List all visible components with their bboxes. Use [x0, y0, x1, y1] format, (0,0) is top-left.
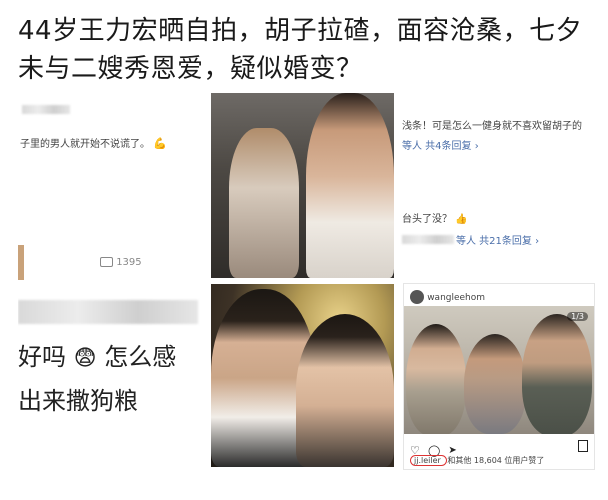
- scared-emoji: 😨: [73, 346, 97, 371]
- comment-card-left-bottom: 好吗 😨 怎么感 出来撒狗粮: [18, 295, 203, 470]
- likes-user[interactable]: jj.leiler: [414, 456, 441, 465]
- person-middle: [464, 334, 526, 434]
- likes-user-highlight: jj.leiler: [410, 455, 448, 466]
- blurred-header: [18, 300, 198, 324]
- image-fragment: [18, 245, 24, 280]
- likes-text: 和其他 18,604 位用户赞了: [447, 456, 545, 465]
- insta-photo: 1/3: [404, 306, 594, 434]
- comment-line: 浅条！可是怎么一健身就不喜欢留胡子的: [402, 121, 582, 132]
- comment-line-1a: 好吗: [18, 343, 66, 371]
- person-left: [406, 324, 466, 434]
- comment-card-left-top: 子里的男人就开始不说谎了。 💪 1395: [18, 95, 203, 280]
- headline: 44岁王力宏晒自拍，胡子拉碴，面容沧桑，七夕未与二嫂秀恩爱，疑似婚变？: [18, 16, 583, 84]
- comment-line-1b: 怎么感: [104, 343, 177, 371]
- reply-link-2[interactable]: 等人 共21条回复: [456, 236, 532, 247]
- instagram-post: wangleehom 1/3 ♡ ◯ ➤ jj.leiler 和其他 18,60…: [403, 283, 595, 470]
- bookmark-icon[interactable]: [578, 440, 588, 452]
- reply-link-1[interactable]: 等人 共4条回复: [402, 141, 472, 152]
- chevron-right-icon: ›: [535, 236, 540, 247]
- blurred-username: [22, 105, 70, 114]
- comment-card-right-top: 浅条！可是怎么一健身就不喜欢留胡子的 等人 共4条回复 › 台头了没？ 👍 等人…: [398, 95, 598, 255]
- mirror-figure: [229, 128, 299, 278]
- avatar-icon[interactable]: [410, 290, 424, 304]
- selfie-figure: [306, 93, 394, 278]
- comment-text: 子里的男人就开始不说谎了。: [20, 139, 150, 150]
- blurred-username: [402, 235, 454, 244]
- gym-selfie-photo: [211, 93, 394, 278]
- comment-icon[interactable]: [100, 257, 113, 267]
- comment-line-2: 出来撒狗粮: [18, 387, 138, 415]
- couple-photo: [211, 284, 394, 467]
- thumbs-up-emoji: 👍: [455, 214, 468, 225]
- insta-username[interactable]: wangleehom: [427, 293, 485, 303]
- person-right: [522, 314, 592, 434]
- flex-emoji: 💪: [153, 137, 167, 150]
- comment-count: 1395: [116, 257, 142, 268]
- chevron-right-icon: ›: [474, 141, 479, 152]
- woman-figure: [296, 314, 394, 467]
- page-indicator: 1/3: [567, 312, 588, 321]
- comment-line-2: 台头了没？: [402, 214, 452, 225]
